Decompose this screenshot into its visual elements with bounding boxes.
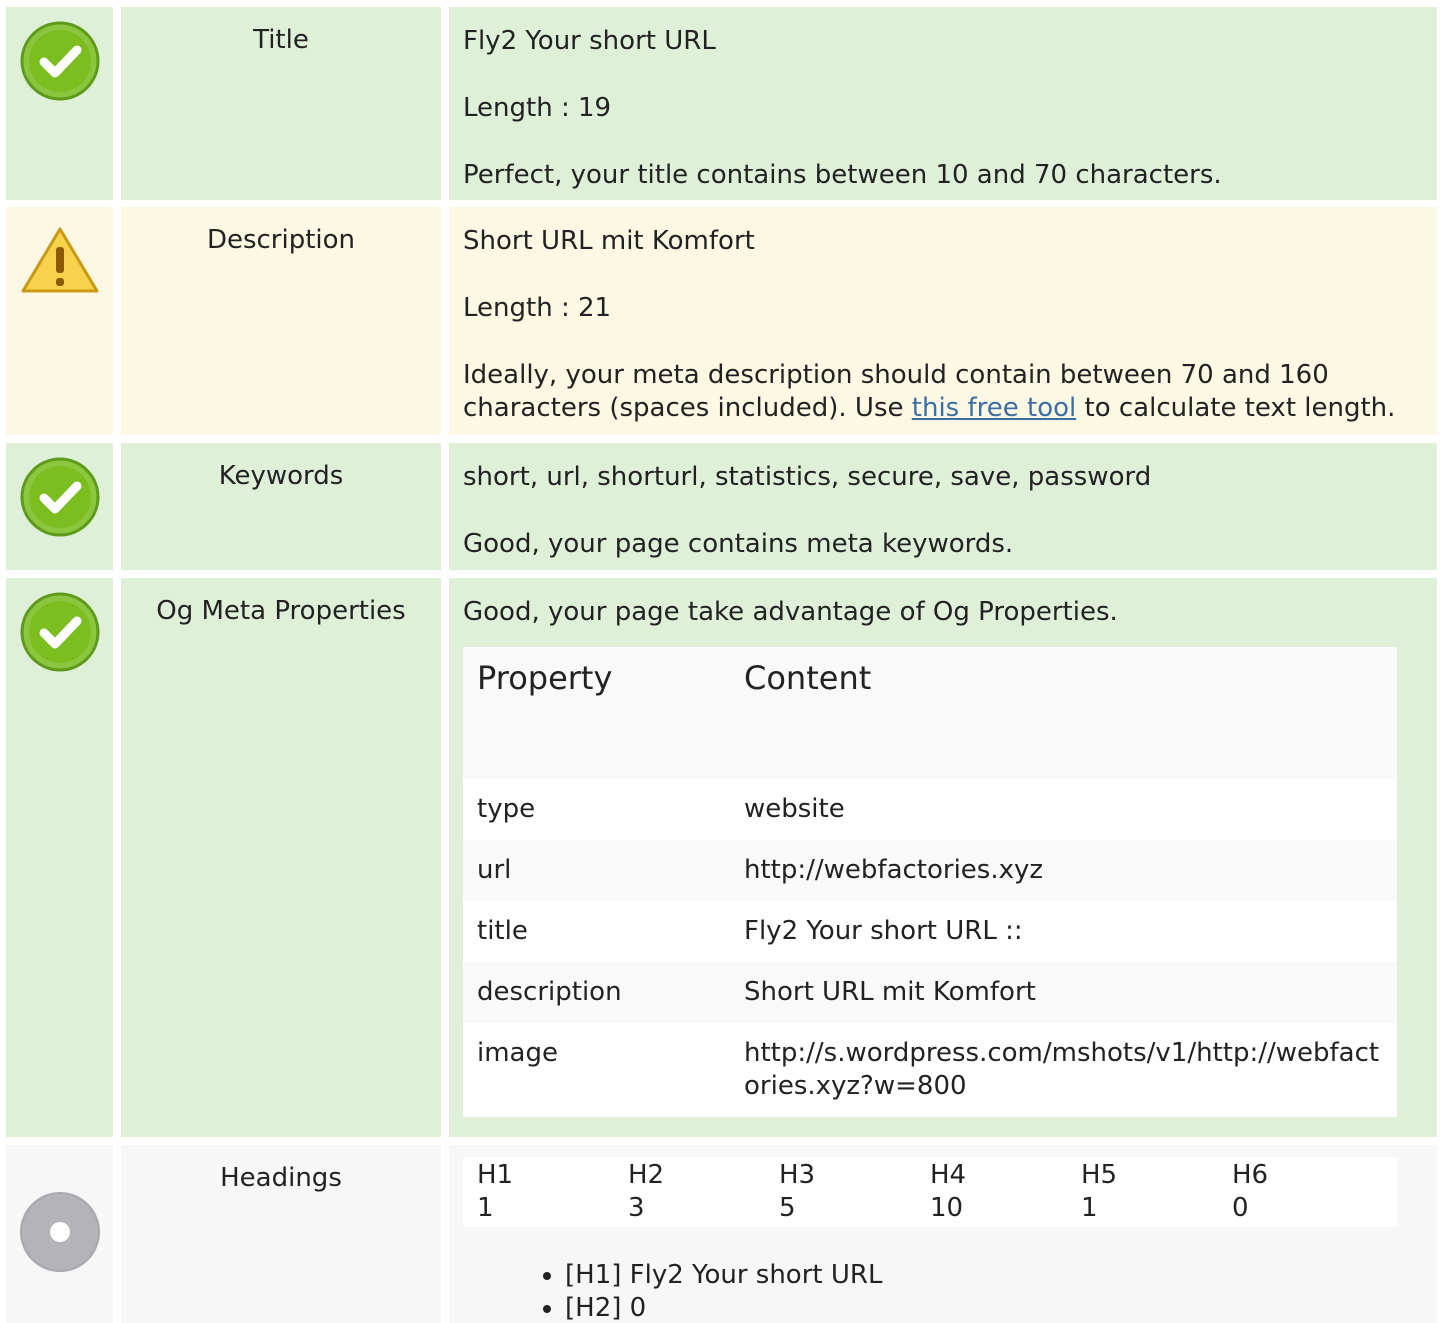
table-row: type website <box>463 779 1397 840</box>
seo-report: Title Fly2 Your short URL Length : 19 Pe… <box>0 0 1443 1323</box>
keywords-row: Keywords short, url, shorturl, statistic… <box>0 443 1443 570</box>
info-dot-icon <box>20 1192 100 1272</box>
og-property: url <box>463 840 730 901</box>
list-item: [H1] Fly2 Your short URL <box>565 1259 1423 1292</box>
list-item: [H2] 0 <box>565 1292 1423 1323</box>
title-value: Fly2 Your short URL <box>463 26 716 56</box>
description-length: Length : 21 <box>463 293 612 323</box>
keywords-content: short, url, shorturl, statistics, secure… <box>449 443 1437 570</box>
heading-level: H3 5 <box>779 1160 816 1223</box>
description-row: Description Short URL mit Komfort Length… <box>0 207 1443 435</box>
og-content-value: http://s.wordpress.com/mshots/v1/http://… <box>730 1023 1397 1117</box>
table-row: title Fly2 Your short URL :: <box>463 901 1397 962</box>
description-label: Description <box>121 207 441 435</box>
heading-level: H2 3 <box>628 1160 665 1223</box>
heading-level: H4 10 <box>930 1160 967 1223</box>
free-tool-link[interactable]: this free tool <box>912 393 1076 423</box>
description-status-cell <box>6 207 113 435</box>
og-properties-table: Property Content type website url http:/… <box>463 647 1397 1117</box>
og-property: description <box>463 962 730 1023</box>
headings-row: Headings H11 H23 H35 H410 H51 H60 [H1] F… <box>0 1145 1443 1323</box>
check-circle-icon <box>20 592 100 672</box>
og-property: image <box>463 1023 730 1117</box>
og-properties-row: Og Meta Properties Good, your page take … <box>0 578 1443 1137</box>
og-label: Og Meta Properties <box>121 578 441 1137</box>
og-property: type <box>463 779 730 840</box>
description-value: Short URL mit Komfort <box>463 226 755 256</box>
heading-level: H1 1 <box>477 1160 514 1223</box>
og-content: Good, your page take advantage of Og Pro… <box>449 578 1437 1137</box>
title-content: Fly2 Your short URL Length : 19 Perfect,… <box>449 7 1437 200</box>
og-content-value: website <box>730 779 1397 840</box>
description-content: Short URL mit Komfort Length : 21 Ideall… <box>449 207 1437 435</box>
og-content-value: Short URL mit Komfort <box>730 962 1397 1023</box>
title-label: Title <box>121 7 441 200</box>
headings-label: Headings <box>121 1145 441 1323</box>
heading-level: H6 0 <box>1232 1160 1269 1223</box>
title-message: Perfect, your title contains between 10 … <box>463 160 1222 190</box>
keywords-status-cell <box>6 443 113 570</box>
check-circle-icon <box>20 21 100 101</box>
og-content-value: Fly2 Your short URL :: <box>730 901 1397 962</box>
headings-list: [H1] Fly2 Your short URL [H2] 0 <box>463 1259 1423 1323</box>
headings-count-grid: H1 1 H2 3 H3 5 H4 10 H5 1 H6 0 <box>463 1157 1397 1227</box>
warning-triangle-icon <box>21 227 99 293</box>
og-message: Good, your page take advantage of Og Pro… <box>463 597 1118 627</box>
table-row: url http://webfactories.xyz <box>463 840 1397 901</box>
check-circle-icon <box>20 457 100 537</box>
table-row: description Short URL mit Komfort <box>463 962 1397 1023</box>
table-row: image http://s.wordpress.com/mshots/v1/h… <box>463 1023 1397 1117</box>
headings-status-cell <box>6 1145 113 1323</box>
heading-level: H5 1 <box>1081 1160 1118 1223</box>
og-content-value: http://webfactories.xyz <box>730 840 1397 901</box>
og-property: title <box>463 901 730 962</box>
keywords-value: short, url, shorturl, statistics, secure… <box>463 462 1152 492</box>
og-header-content: Content <box>730 647 1397 779</box>
description-message: Ideally, your meta description should co… <box>463 360 1396 423</box>
headings-content: H11 H23 H35 H410 H51 H60 [H1] Fly2 Your … <box>449 1145 1437 1323</box>
title-row: Title Fly2 Your short URL Length : 19 Pe… <box>0 7 1443 200</box>
keywords-label: Keywords <box>121 443 441 570</box>
keywords-message: Good, your page contains meta keywords. <box>463 529 1014 559</box>
title-status-cell <box>6 7 113 200</box>
title-length: Length : 19 <box>463 93 612 123</box>
og-header-property: Property <box>463 647 730 779</box>
og-status-cell <box>6 578 113 1137</box>
